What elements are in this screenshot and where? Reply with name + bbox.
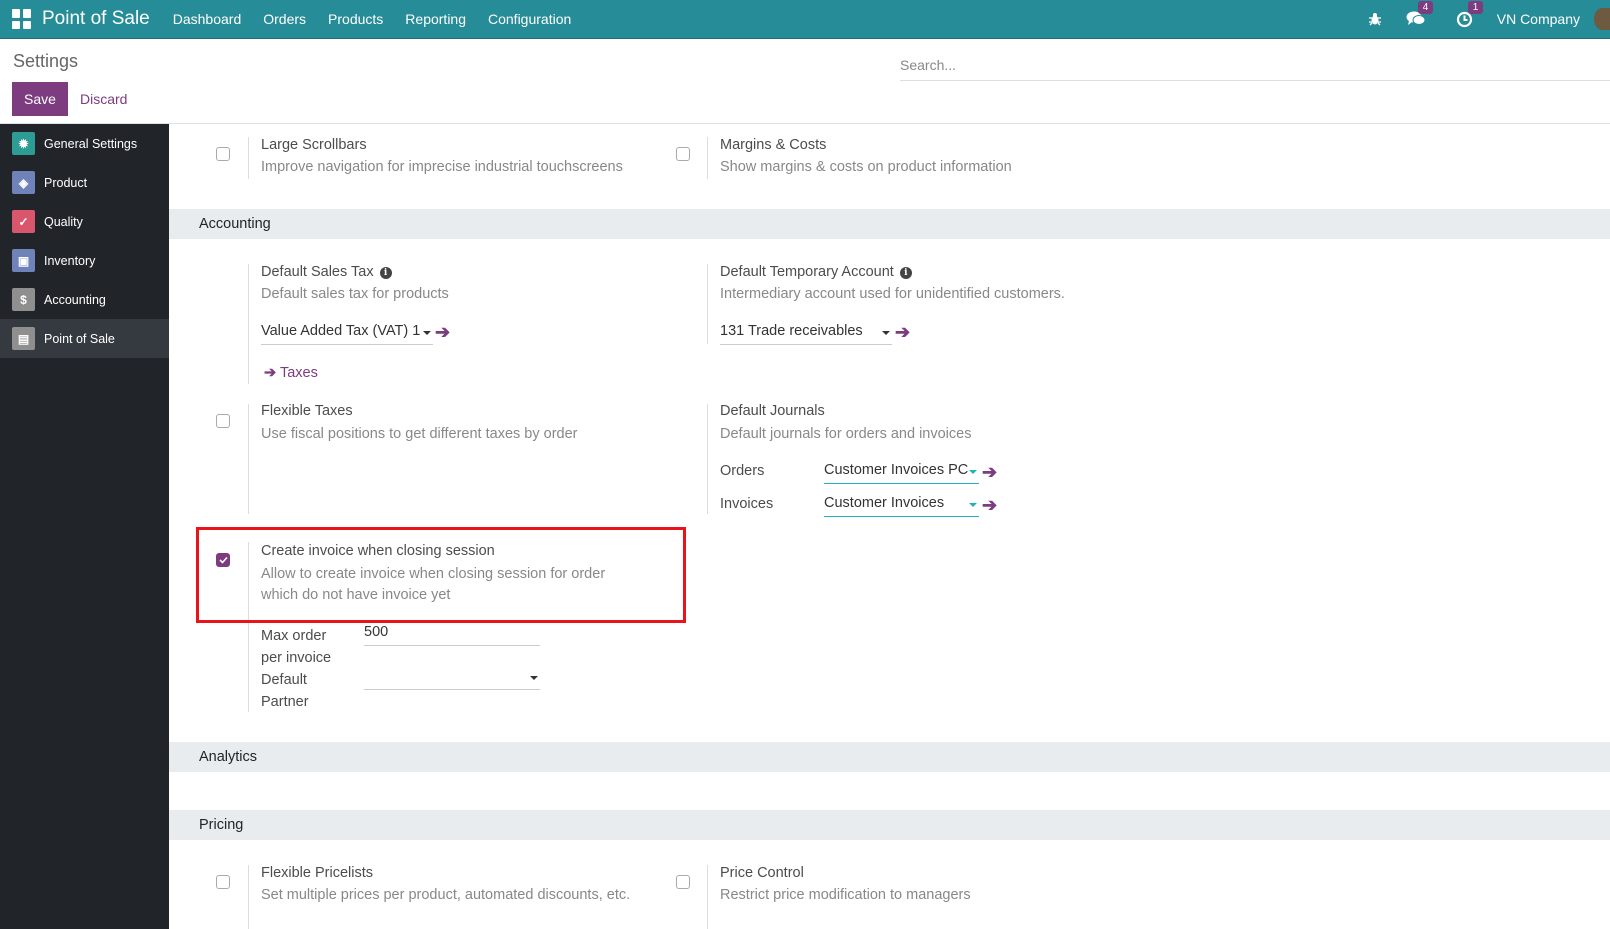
search-box (900, 49, 1610, 81)
divider (707, 404, 708, 514)
orders-journal-label: Orders (720, 463, 765, 479)
open-record-arrow-icon[interactable]: ➔ (895, 322, 910, 343)
margins-costs-checkbox[interactable] (676, 147, 690, 161)
divider (707, 865, 708, 929)
menu-orders[interactable]: Orders (252, 11, 317, 27)
settings-sidebar: ✹ General Settings ◈ Product ✓ Quality ▣… (0, 124, 169, 929)
large-scrollbars-desc: Improve navigation for imprecise industr… (261, 159, 623, 175)
max-order-input[interactable]: 500 (364, 624, 540, 646)
invoice-icon: $ (12, 288, 35, 311)
top-navbar: Point of Sale Dashboard Orders Products … (0, 0, 1610, 39)
margins-costs-title: Margins & Costs (720, 137, 827, 153)
divider (248, 404, 249, 514)
orders-journal-select[interactable]: Customer Invoices PC (824, 462, 979, 484)
sidebar-item-inventory[interactable]: ▣ Inventory (0, 241, 169, 280)
app-brand[interactable]: Point of Sale (42, 8, 150, 30)
divider (707, 137, 708, 179)
default-sales-tax-select[interactable]: Value Added Tax (VAT) 1 (261, 323, 433, 345)
large-scrollbars-checkbox[interactable] (216, 147, 230, 161)
default-temp-account-select[interactable]: 131 Trade receivables (720, 323, 892, 345)
menu-dashboard[interactable]: Dashboard (162, 11, 253, 27)
flexible-pricelists-title: Flexible Pricelists (261, 865, 373, 881)
sidebar-item-label: Product (44, 175, 88, 190)
sidebar-item-label: Accounting (44, 292, 106, 307)
section-accounting: Accounting (169, 209, 1610, 239)
default-sales-tax-desc: Default sales tax for products (261, 286, 449, 302)
margins-costs-desc: Show margins & costs on product informat… (720, 159, 1012, 175)
default-partner-select[interactable] (364, 668, 540, 690)
messages-badge: 4 (1417, 1, 1434, 14)
check-badge-icon: ✓ (12, 210, 35, 233)
default-journals-title: Default Journals (720, 403, 825, 419)
settings-content: Large Scrollbars Improve navigation for … (169, 124, 1610, 929)
menu-reporting[interactable]: Reporting (394, 11, 477, 27)
save-button[interactable]: Save (12, 82, 68, 116)
sidebar-item-accounting[interactable]: $ Accounting (0, 280, 169, 319)
sidebar-item-general-settings[interactable]: ✹ General Settings (0, 124, 169, 163)
menu-products[interactable]: Products (317, 11, 394, 27)
max-order-label: Max order per invoice (261, 628, 332, 666)
dropdown-caret-icon (969, 503, 977, 507)
sidebar-item-quality[interactable]: ✓ Quality (0, 202, 169, 241)
info-icon[interactable]: i (899, 267, 912, 279)
tags-icon: ◈ (12, 171, 35, 194)
sidebar-item-label: Inventory (44, 253, 96, 268)
price-control-desc: Restrict price modification to managers (720, 887, 971, 903)
flexible-taxes-desc: Use fiscal positions to get different ta… (261, 426, 578, 442)
section-pricing: Pricing (169, 810, 1610, 840)
sidebar-item-label: Quality (44, 214, 83, 229)
activities-button[interactable]: 1 (1456, 0, 1484, 28)
divider (707, 264, 708, 344)
pos-icon: ▤ (12, 327, 35, 350)
debug-bug-icon[interactable] (1368, 12, 1382, 26)
price-control-checkbox[interactable] (676, 875, 690, 889)
search-input[interactable] (900, 49, 1610, 80)
flexible-taxes-title: Flexible Taxes (261, 403, 353, 419)
open-record-arrow-icon[interactable]: ➔ (982, 495, 997, 516)
default-temp-account-desc: Intermediary account used for unidentifi… (720, 286, 1065, 302)
sidebar-item-point-of-sale[interactable]: ▤ Point of Sale (0, 319, 169, 358)
open-record-arrow-icon[interactable]: ➔ (982, 462, 997, 483)
default-partner-label: Default Partner (261, 672, 309, 710)
section-analytics: Analytics (169, 742, 1610, 772)
discard-button[interactable]: Discard (80, 82, 127, 116)
invoices-journal-select[interactable]: Customer Invoices (824, 495, 979, 517)
arrow-right-icon: ➔ (264, 365, 277, 381)
sidebar-item-product[interactable]: ◈ Product (0, 163, 169, 202)
company-switcher[interactable]: VN Company (1497, 11, 1580, 27)
messages-button[interactable]: 4 (1406, 1, 1434, 27)
flexible-pricelists-desc: Set multiple prices per product, automat… (261, 887, 631, 903)
box-icon: ▣ (12, 249, 35, 272)
activities-badge: 1 (1467, 0, 1484, 14)
highlight-box (196, 527, 686, 623)
default-journals-desc: Default journals for orders and invoices (720, 426, 972, 442)
menu-configuration[interactable]: Configuration (477, 11, 582, 27)
dropdown-caret-icon (423, 331, 431, 335)
default-sales-tax-title: Default Sales Tax i (261, 264, 392, 280)
divider (248, 137, 249, 179)
invoices-journal-label: Invoices (720, 496, 774, 512)
price-control-title: Price Control (720, 865, 804, 881)
dropdown-caret-icon (882, 331, 890, 335)
open-record-arrow-icon[interactable]: ➔ (435, 322, 450, 343)
flexible-pricelists-checkbox[interactable] (216, 875, 230, 889)
sidebar-item-label: Point of Sale (44, 331, 115, 346)
page-title: Settings (13, 51, 79, 71)
sidebar-item-label: General Settings (44, 136, 138, 151)
info-icon[interactable]: i (379, 267, 392, 279)
control-panel: Settings Save Discard (0, 39, 1610, 124)
taxes-link[interactable]: ➔ Taxes (264, 365, 318, 381)
divider (248, 865, 249, 929)
default-temp-account-title: Default Temporary Account i (720, 264, 912, 280)
large-scrollbars-title: Large Scrollbars (261, 137, 367, 153)
dropdown-caret-icon (530, 676, 538, 680)
dropdown-caret-icon (969, 470, 977, 474)
divider (248, 264, 249, 384)
app-menu-icon[interactable] (12, 9, 32, 29)
flexible-taxes-checkbox[interactable] (216, 414, 230, 428)
user-avatar[interactable] (1594, 8, 1610, 30)
gear-icon: ✹ (12, 132, 35, 155)
